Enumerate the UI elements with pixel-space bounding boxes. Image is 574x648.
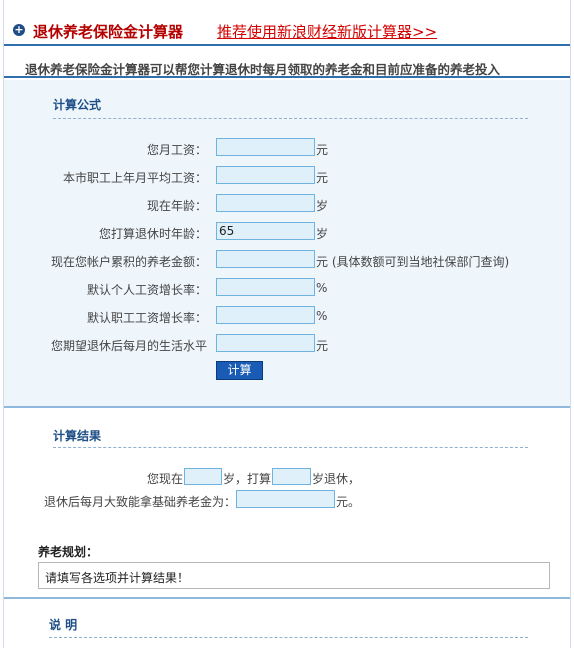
calculator-frame: + 退休养老保险金计算器 推荐使用新浪财经新版计算器>> 退休养老保险金计算器可…	[3, 0, 571, 648]
city-avg-salary-label: 本市职工上年月平均工资：	[62, 171, 207, 185]
result-line1-a: 您现在	[147, 472, 184, 486]
result-line2-b: 元。	[336, 495, 361, 509]
plan-text: 请填写各选项并计算结果！	[38, 562, 550, 589]
divider	[49, 637, 528, 638]
city-avg-salary-unit: 元	[316, 171, 329, 185]
staff-growth-label: 默认职工工资增长率：	[86, 311, 207, 325]
result-line2-a: 退休后每月大致能拿基础养老金为：	[44, 495, 237, 509]
retire-age-input[interactable]	[216, 222, 315, 240]
staff-growth-input[interactable]	[216, 306, 315, 324]
personal-growth-unit: %	[316, 281, 328, 295]
monthly-salary-label: 您月工资：	[146, 143, 207, 157]
formula-panel	[4, 80, 570, 408]
result-current-age-box	[184, 468, 222, 485]
expected-living-label: 您期望退休后每月的生活水平	[50, 339, 207, 353]
plan-title: 养老规划：	[38, 545, 99, 559]
header: + 退休养老保险金计算器 推荐使用新浪财经新版计算器>>	[4, 0, 570, 46]
calculate-button[interactable]: 计算	[216, 361, 263, 380]
notes-heading: 说 明	[49, 618, 78, 632]
new-calculator-link[interactable]: 推荐使用新浪财经新版计算器>>	[217, 21, 437, 42]
result-pension-box	[236, 490, 335, 508]
result-line1-b: 岁，打算	[223, 472, 272, 486]
divider	[53, 447, 528, 448]
retire-age-label: 您打算退休时年龄：	[98, 227, 207, 241]
current-age-label: 现在年龄：	[146, 199, 207, 213]
page-title: 退休养老保险金计算器	[33, 23, 184, 41]
section-divider	[4, 597, 570, 599]
current-age-input[interactable]	[216, 194, 315, 212]
result-heading: 计算结果	[53, 429, 102, 443]
pension-balance-label: 现在您帐户累积的养老金额：	[50, 255, 207, 269]
divider	[53, 118, 528, 119]
result-retire-age-box	[272, 468, 311, 485]
retire-age-unit: 岁	[316, 227, 329, 241]
monthly-salary-input[interactable]	[216, 138, 315, 156]
result-line1-c: 岁退休，	[312, 472, 361, 486]
personal-growth-label: 默认个人工资增长率：	[86, 283, 207, 297]
current-age-unit: 岁	[316, 199, 329, 213]
formula-heading: 计算公式	[53, 98, 102, 112]
plus-circle-icon: +	[13, 23, 25, 36]
subtitle: 退休养老保险金计算器可以帮您计算退休时每月领取的养老金和目前应准备的养老投入	[25, 62, 501, 77]
staff-growth-unit: %	[316, 309, 328, 323]
expected-living-unit: 元	[316, 339, 329, 353]
personal-growth-input[interactable]	[216, 278, 315, 296]
pension-balance-unit: 元 (具体数额可到当地社保部门查询)	[316, 255, 510, 269]
city-avg-salary-input[interactable]	[216, 166, 315, 184]
monthly-salary-unit: 元	[316, 143, 329, 157]
pension-balance-input[interactable]	[216, 250, 315, 268]
expected-living-input[interactable]	[216, 334, 315, 352]
